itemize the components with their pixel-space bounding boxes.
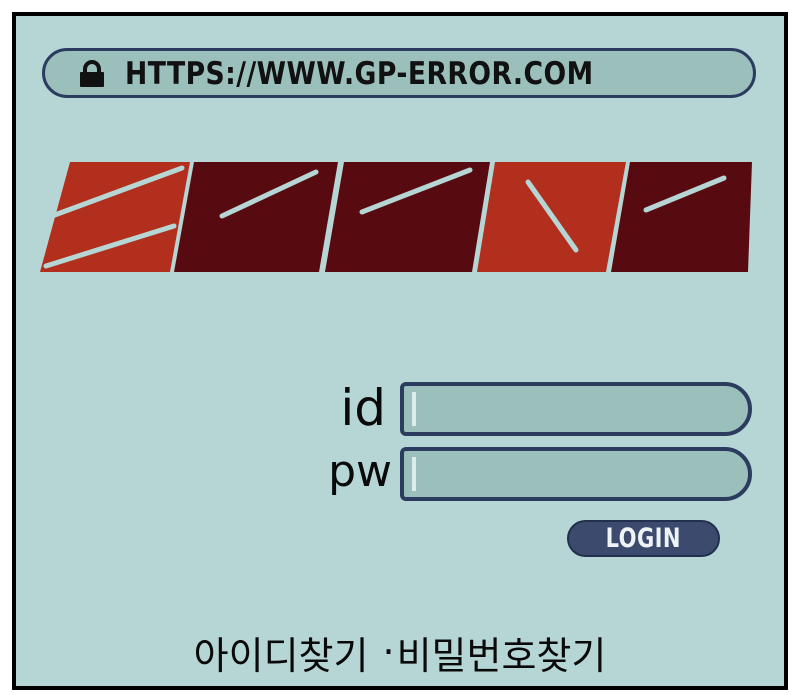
find-id-link[interactable]: 아이디찾기: [194, 625, 369, 680]
login-button-label: LOGIN: [605, 523, 682, 554]
lock-icon: [77, 60, 107, 88]
logo-letter-r: [325, 162, 490, 272]
account-recovery-links: 아이디찾기 · 비밀번호찾기: [0, 626, 800, 678]
pw-field[interactable]: [400, 447, 752, 501]
url-text: HTTPS://WWW.GP-ERROR.COM: [125, 56, 594, 92]
logo-letter-e: [40, 162, 190, 272]
logo-letter-r: [611, 162, 752, 272]
logo-letter-o: [477, 162, 626, 272]
text-caret: [412, 457, 416, 491]
find-password-link[interactable]: 비밀번호찾기: [397, 625, 607, 680]
logo-letter-r: [174, 162, 338, 272]
id-field[interactable]: [400, 382, 752, 436]
login-button[interactable]: LOGIN: [567, 520, 720, 557]
id-label: id: [340, 379, 386, 437]
error-logo: [40, 162, 752, 272]
address-bar[interactable]: HTTPS://WWW.GP-ERROR.COM: [42, 48, 756, 98]
pw-label: pw: [328, 446, 392, 497]
pw-input[interactable]: [422, 451, 722, 497]
text-caret: [412, 392, 416, 426]
link-separator: ·: [382, 630, 395, 674]
page-frame: [12, 12, 788, 690]
id-input[interactable]: [422, 386, 722, 432]
